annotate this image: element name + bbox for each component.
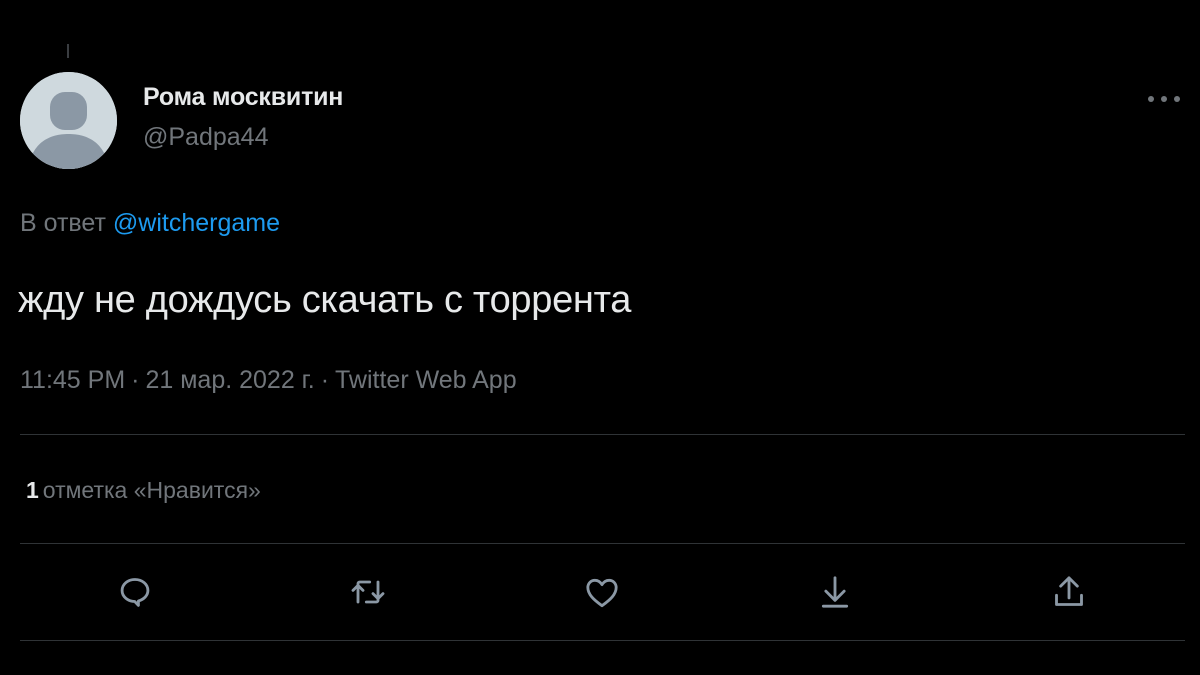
like-button[interactable] [578,568,626,616]
tweet-date[interactable]: 21 мар. 2022 г. [145,366,314,394]
retweet-icon [351,580,385,604]
reply-mention-link[interactable]: @witchergame [113,209,280,237]
share-button[interactable] [1045,568,1093,616]
divider [20,543,1185,544]
tweet-detail-page: Рома москвитин @Padpa44 В ответ @witcher… [0,0,1200,675]
tweet-text: жду не дождусь скачать с торрента [18,279,632,321]
divider [20,434,1185,435]
likes-stat[interactable]: 1 отметка «Нравится» [26,475,261,505]
reply-context: В ответ @witchergame [20,208,280,238]
tweet-metadata: 11:45 PM · 21 мар. 2022 г. · Twitter Web App [20,365,517,395]
author-display-name[interactable]: Рома москвитин [143,82,343,112]
tweet-time[interactable]: 11:45 PM [20,366,125,394]
reply-icon [120,578,150,607]
meta-separator: · [131,366,140,394]
author-handle[interactable]: @Padpa44 [143,122,343,152]
bookmark-button[interactable] [811,568,859,616]
divider [20,640,1185,641]
reply-prefix: В ответ [20,209,106,237]
likes-count: 1 [26,477,39,503]
reply-button[interactable] [111,568,159,616]
avatar[interactable] [20,72,117,169]
author-block[interactable]: Рома москвитин @Padpa44 [143,82,343,152]
thread-connector-line [67,44,69,58]
tweet-source[interactable]: Twitter Web App [335,366,517,394]
bookmark-icon [821,576,849,608]
likes-label: отметка «Нравится» [42,477,261,503]
more-options-button[interactable] [1144,84,1184,114]
meta-separator: · [320,366,330,394]
share-icon [1055,576,1083,606]
retweet-button[interactable] [344,568,392,616]
like-icon [586,578,618,608]
default-profile-icon [20,72,117,169]
more-dots-icon [1148,96,1180,102]
